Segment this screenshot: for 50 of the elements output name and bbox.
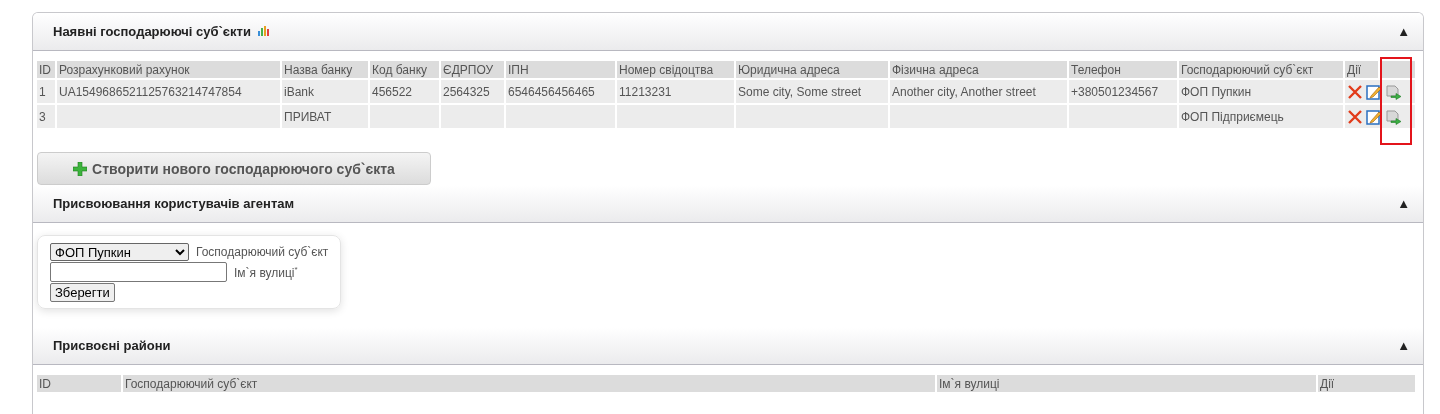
- save-button[interactable]: Зберегти: [50, 283, 115, 302]
- column-header: Код банку: [370, 61, 439, 78]
- section-title: Присвоєні райони: [53, 338, 171, 353]
- table-cell: ФОП Підприємець: [1179, 105, 1343, 128]
- column-header: ID: [37, 375, 121, 392]
- table-cell: 456522: [370, 80, 439, 103]
- table-cell: 2564325: [441, 80, 504, 103]
- delete-icon[interactable]: [1347, 108, 1363, 125]
- column-header: Господарюючий суб`єкт: [123, 375, 935, 392]
- column-header: Телефон: [1069, 61, 1177, 78]
- table-cell: 1: [37, 80, 55, 103]
- column-header: Дії: [1318, 375, 1415, 392]
- input-field[interactable]: [50, 262, 227, 282]
- column-header: ЄДРПОУ: [441, 61, 504, 78]
- field-label: Господарюючий суб`єкт: [196, 245, 329, 259]
- table-cell: UA1549686521125763214747854: [57, 80, 280, 103]
- document-arrow-icon[interactable]: [1385, 83, 1402, 100]
- section-title: Наявні господарюючі суб`єкти: [53, 24, 251, 39]
- table-cell: +380501234567: [1069, 80, 1177, 103]
- table-cell: ПРИВАТ: [282, 105, 368, 128]
- document-arrow-icon[interactable]: [1385, 108, 1402, 125]
- column-header: Номер свідоцтва: [617, 61, 734, 78]
- column-header: ІПН: [506, 61, 615, 78]
- table-cell: 6546456456465: [506, 80, 615, 103]
- section-title: Присвоювання користувачів агентам: [53, 196, 295, 211]
- column-header: Господарюючий суб`єкт: [1179, 61, 1343, 78]
- collapse-toggle[interactable]: ▲: [1397, 24, 1410, 39]
- table-cell: 3: [37, 105, 55, 128]
- dropdown[interactable]: ФОП Пупкин: [50, 243, 189, 261]
- table-cell: ФОП Пупкин: [1179, 80, 1343, 103]
- column-header: Назва банку: [282, 61, 368, 78]
- column-header: ID: [37, 61, 55, 78]
- collapse-toggle[interactable]: ▲: [1397, 196, 1410, 211]
- column-header: Дії: [1345, 61, 1378, 78]
- delete-icon[interactable]: [1347, 83, 1363, 100]
- table-cell: iBank: [282, 80, 368, 103]
- column-header: Юридична адреса: [736, 61, 888, 78]
- edit-icon[interactable]: [1366, 108, 1382, 125]
- section-header[interactable]: Наявні господарюючі суб`єкти ▲: [33, 13, 1423, 51]
- edit-icon[interactable]: [1366, 83, 1382, 100]
- column-header: Фізична адреса: [890, 61, 1067, 78]
- create-button[interactable]: Створити нового господарюючого суб`єкта: [37, 152, 431, 185]
- collapse-toggle[interactable]: ▲: [1397, 338, 1410, 353]
- plus-icon: [73, 161, 88, 176]
- table-cell: 11213231: [617, 80, 734, 103]
- table-cell: Some city, Some street: [736, 80, 888, 103]
- field-label: Ім`я вулиці$^{*}$: [234, 264, 298, 280]
- column-header: Розрахунковий рахунок: [57, 61, 280, 78]
- column-header: Ім`я вулиці: [937, 375, 1316, 392]
- table-cell: Another city, Another street: [890, 80, 1067, 103]
